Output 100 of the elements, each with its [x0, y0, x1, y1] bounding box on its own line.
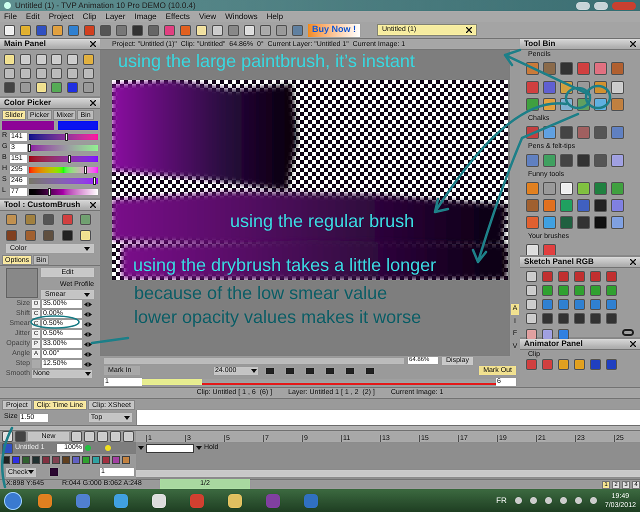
toolbar-icon[interactable] [196, 24, 207, 36]
buy-now-banner[interactable]: Buy Now ! [308, 24, 360, 36]
color-swatch[interactable] [50, 468, 58, 476]
sketch-tool-icon[interactable] [526, 271, 537, 282]
brush-preset-icon[interactable] [594, 216, 607, 229]
sketch-tool-icon[interactable] [558, 299, 569, 310]
animator-icon[interactable] [526, 359, 537, 370]
toolbar-icon[interactable] [116, 24, 127, 36]
tool-icon[interactable] [36, 54, 47, 65]
brush-preset-icon[interactable] [611, 81, 624, 94]
brush-icon[interactable] [80, 214, 92, 225]
sketch-tool-icon[interactable] [590, 299, 601, 310]
secondary-color-swatch[interactable] [58, 121, 98, 130]
playback-icon[interactable] [266, 368, 274, 374]
tool-icon[interactable] [20, 68, 31, 79]
toolbar-icon[interactable] [212, 24, 223, 36]
brush-icon[interactable] [80, 230, 92, 241]
arrows-icon[interactable] [84, 342, 92, 346]
menu-item[interactable]: Effects [166, 12, 190, 20]
taskbar-app-icon[interactable] [114, 494, 128, 508]
arrows-icon[interactable] [84, 302, 92, 306]
taskbar-app-icon[interactable] [152, 494, 166, 508]
horizontal-scrollbar[interactable] [104, 358, 404, 364]
tool-icon[interactable] [83, 54, 94, 65]
arrows-icon[interactable] [84, 352, 92, 356]
toolbar-icon[interactable] [148, 24, 159, 36]
sketch-tool-icon[interactable] [590, 271, 601, 282]
brush-preset-icon[interactable] [543, 216, 556, 229]
menu-item[interactable]: File [4, 12, 17, 20]
sketch-tool-icon[interactable] [526, 299, 537, 310]
tool-icon[interactable] [4, 68, 15, 79]
sketch-tool-icon[interactable] [526, 285, 537, 296]
toolbar-icon[interactable] [260, 24, 271, 36]
tool-icon[interactable] [20, 54, 31, 65]
menu-item[interactable]: View [198, 12, 216, 20]
eye-icon[interactable] [622, 329, 634, 336]
toolbar-icon[interactable] [84, 24, 95, 36]
arrows-icon[interactable] [84, 312, 92, 316]
toolbar-icon[interactable] [20, 24, 31, 36]
tool-icon[interactable] [67, 54, 78, 65]
tool-icon[interactable] [20, 82, 31, 93]
timeline-scrollbar[interactable] [136, 470, 640, 477]
channel-slider[interactable] [29, 144, 98, 150]
cross-icon[interactable] [558, 329, 569, 340]
toolbar-icon[interactable] [68, 24, 79, 36]
brush-preset-icon[interactable] [594, 199, 607, 212]
animator-icon[interactable] [606, 359, 617, 370]
layer-column-icon[interactable] [84, 431, 95, 442]
brush-icon[interactable] [62, 214, 73, 225]
brush-preset-icon[interactable] [543, 182, 556, 195]
arrows-icon[interactable] [84, 362, 92, 366]
sketch-tool-icon[interactable] [542, 299, 553, 310]
layer-column-icon[interactable] [71, 431, 82, 442]
tool-icon[interactable] [83, 82, 94, 93]
tool-icon[interactable] [51, 82, 62, 93]
close-icon[interactable] [630, 259, 636, 265]
toolbar-icon[interactable] [132, 24, 143, 36]
start-button[interactable] [4, 492, 22, 510]
tool-icon[interactable] [36, 68, 47, 79]
brush-icon[interactable] [24, 214, 36, 225]
sketch-tool-icon[interactable] [574, 271, 585, 282]
toolbar-icon[interactable] [180, 24, 191, 36]
tool-icon[interactable] [83, 68, 94, 79]
sketch-tool-icon[interactable] [574, 285, 585, 296]
channel-slider[interactable] [29, 178, 98, 184]
playback-icon[interactable] [306, 368, 314, 374]
menu-item[interactable]: Layer [105, 12, 126, 20]
menu-item[interactable]: Edit [26, 12, 40, 20]
eraser-icon[interactable] [542, 329, 553, 340]
sketch-tool-icon[interactable] [606, 299, 617, 310]
slider-thumb[interactable] [48, 188, 51, 196]
sketch-tool-icon[interactable] [574, 299, 585, 310]
tool-icon[interactable] [4, 82, 15, 93]
tool-icon[interactable] [51, 68, 62, 79]
sketch-tool-icon[interactable] [542, 285, 553, 296]
channel-slider[interactable] [29, 156, 98, 162]
tool-icon[interactable] [67, 82, 78, 93]
toolbar-icon[interactable] [228, 24, 239, 36]
taskbar-app-icon[interactable] [228, 494, 242, 508]
animator-icon[interactable] [558, 359, 569, 370]
playback-icon[interactable] [326, 368, 334, 374]
menu-item[interactable]: Windows [225, 12, 258, 20]
sketch-tool-icon[interactable] [558, 271, 569, 282]
layer-column-icon[interactable] [97, 431, 108, 442]
toolbar-icon[interactable] [292, 24, 303, 36]
brush-preset-icon[interactable] [611, 154, 624, 167]
channel-slider[interactable] [29, 134, 98, 140]
toolbar-icon[interactable] [36, 24, 47, 36]
tool-icon[interactable] [4, 54, 15, 65]
close-icon[interactable] [90, 41, 96, 47]
tool-icon[interactable] [36, 82, 47, 93]
playback-icon[interactable] [366, 368, 374, 374]
animator-icon[interactable] [574, 359, 585, 370]
sketch-tool-icon[interactable] [558, 313, 569, 324]
menu-item[interactable]: Help [266, 12, 284, 20]
arrows-icon[interactable] [84, 322, 92, 326]
brush-preset-icon[interactable] [526, 244, 539, 255]
brush-icon[interactable] [24, 230, 36, 241]
slider-thumb[interactable] [84, 166, 87, 174]
layer-column-icon[interactable] [110, 431, 121, 442]
